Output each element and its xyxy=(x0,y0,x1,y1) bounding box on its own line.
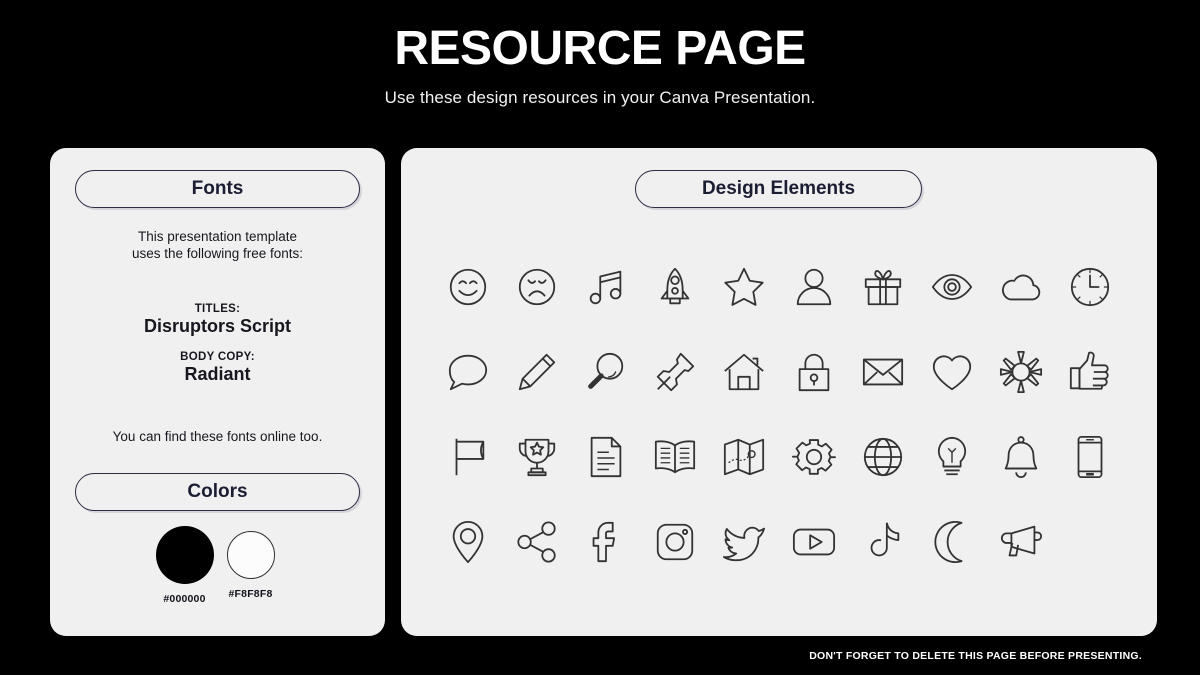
titles-font-role: TITLES: xyxy=(194,303,241,315)
page-header: RESOURCE PAGE Use these design resources… xyxy=(0,0,1200,108)
clock-icon[interactable] xyxy=(1066,263,1114,311)
fonts-section-pill[interactable]: Fonts xyxy=(75,170,360,208)
color-swatch-label: #000000 xyxy=(163,593,206,605)
thumbs-up-icon[interactable] xyxy=(1066,348,1114,396)
color-swatch-dot xyxy=(155,526,214,584)
document-icon[interactable] xyxy=(582,433,630,481)
footer-reminder-note: DON'T FORGET TO DELETE THIS PAGE BEFORE … xyxy=(809,650,1142,662)
smartphone-icon[interactable] xyxy=(1066,433,1114,481)
cloud-icon[interactable] xyxy=(997,263,1045,311)
instagram-icon[interactable] xyxy=(651,518,699,566)
design-elements-panel: Design Elements xyxy=(401,148,1157,636)
colors-section-pill[interactable]: Colors xyxy=(75,473,360,511)
lightbulb-icon[interactable] xyxy=(928,433,976,481)
location-pin-icon[interactable] xyxy=(444,518,492,566)
body-font-role: BODY COPY: xyxy=(180,351,255,363)
person-icon[interactable] xyxy=(790,263,838,311)
body-font-name: Radiant xyxy=(184,364,251,384)
bell-icon[interactable] xyxy=(997,433,1045,481)
page-subtitle: Use these design resources in your Canva… xyxy=(384,88,816,108)
open-book-icon[interactable] xyxy=(651,433,699,481)
page-title: RESOURCE PAGE xyxy=(394,22,806,75)
gear-icon[interactable] xyxy=(790,433,838,481)
design-elements-section-label: Design Elements xyxy=(701,178,856,199)
fonts-outro-text: You can find these fonts online too. xyxy=(112,429,323,444)
design-elements-section-pill[interactable]: Design Elements xyxy=(635,170,922,208)
color-swatch-label: #F8F8F8 xyxy=(228,588,273,600)
tiktok-icon[interactable] xyxy=(859,518,907,566)
heart-icon[interactable] xyxy=(928,348,976,396)
color-swatch-row: #000000 #F8F8F8 xyxy=(50,526,385,605)
house-icon[interactable] xyxy=(720,348,768,396)
lock-icon[interactable] xyxy=(790,348,838,396)
color-swatch-dot xyxy=(226,531,275,579)
pushpin-icon[interactable] xyxy=(651,348,699,396)
fonts-section-label: Fonts xyxy=(191,178,244,199)
globe-icon[interactable] xyxy=(859,433,907,481)
share-icon[interactable] xyxy=(513,518,561,566)
colors-section-label: Colors xyxy=(187,481,248,502)
sun-icon[interactable] xyxy=(997,348,1045,396)
envelope-icon[interactable] xyxy=(859,348,907,396)
fonts-intro-line-2: uses the following free fonts: xyxy=(131,246,304,261)
twitter-icon[interactable] xyxy=(720,518,768,566)
flag-icon[interactable] xyxy=(444,433,492,481)
map-icon[interactable] xyxy=(720,433,768,481)
youtube-icon[interactable] xyxy=(790,518,838,566)
speech-bubble-icon[interactable] xyxy=(444,348,492,396)
eye-icon[interactable] xyxy=(928,263,976,311)
fonts-intro-text: This presentation template uses the foll… xyxy=(50,228,385,262)
pencil-icon[interactable] xyxy=(513,348,561,396)
rocket-icon[interactable] xyxy=(651,263,699,311)
trophy-icon[interactable] xyxy=(513,433,561,481)
sad-face-icon[interactable] xyxy=(513,263,561,311)
moon-icon[interactable] xyxy=(928,518,976,566)
titles-font-name: Disruptors Script xyxy=(143,316,292,336)
body-font-block: BODY COPY: Radiant xyxy=(50,351,385,385)
design-elements-icon-grid xyxy=(433,244,1125,584)
megaphone-icon[interactable] xyxy=(997,518,1045,566)
star-icon[interactable] xyxy=(720,263,768,311)
music-note-icon[interactable] xyxy=(582,263,630,311)
facebook-icon[interactable] xyxy=(582,518,630,566)
fonts-intro-line-1: This presentation template xyxy=(137,229,298,244)
smiley-face-icon[interactable] xyxy=(444,263,492,311)
color-swatch-black[interactable]: #000000 xyxy=(154,526,216,605)
magnifying-glass-icon[interactable] xyxy=(582,348,630,396)
gift-icon[interactable] xyxy=(859,263,907,311)
fonts-and-colors-panel: Fonts This presentation template uses th… xyxy=(50,148,385,636)
color-swatch-white[interactable]: #F8F8F8 xyxy=(220,526,282,600)
titles-font-block: TITLES: Disruptors Script xyxy=(50,303,385,337)
